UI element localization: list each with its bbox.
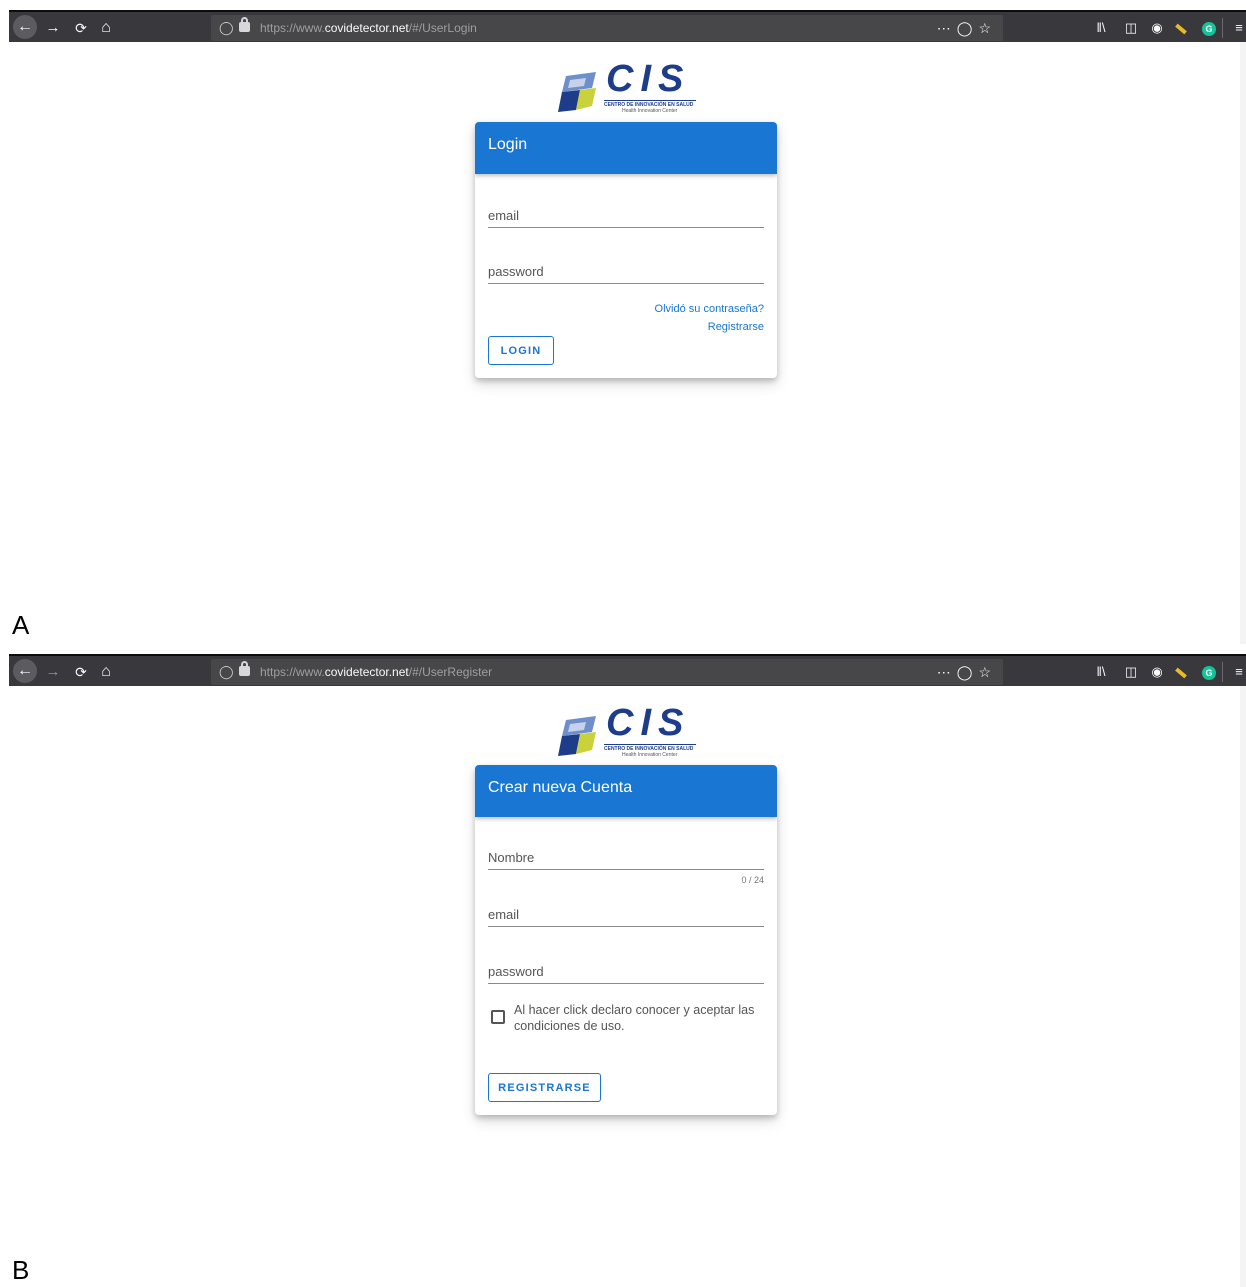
register-card: Crear nueva Cuenta 0 / 24 Al hacer click… xyxy=(475,765,777,1115)
ellipsis-icon[interactable]: ⋯ xyxy=(937,664,957,680)
panel-register: ← → ⟳ ⌂ ◯ https://www.covidetector.net/#… xyxy=(0,644,1246,1287)
grammarly-icon[interactable]: G xyxy=(1199,660,1219,684)
email-field[interactable] xyxy=(488,194,764,228)
home-icon[interactable]: ⌂ xyxy=(96,17,116,39)
password-input[interactable] xyxy=(488,950,764,983)
reload-icon[interactable]: ⟳ xyxy=(71,17,91,39)
url-actions: ⋯◯☆ xyxy=(937,659,997,685)
url-bar[interactable]: ◯ https://www.covidetector.net/#/UserLog… xyxy=(211,15,1003,41)
logo-wordmark: CIS xyxy=(606,58,691,100)
terms-label: Al hacer click declaro conocer y aceptar… xyxy=(514,1003,755,1033)
sidebar-icon[interactable]: ◫ xyxy=(1121,660,1141,684)
panel-label-a: A xyxy=(12,610,30,640)
browser-toolbar: ← → ⟳ ⌂ ◯ https://www.covidetector.net/#… xyxy=(9,10,1246,42)
terms-checkbox[interactable] xyxy=(491,1010,505,1024)
url-actions: ⋯◯☆ xyxy=(937,15,997,41)
ellipsis-icon[interactable]: ⋯ xyxy=(937,20,957,36)
lock-icon[interactable] xyxy=(239,17,250,32)
email-field[interactable] xyxy=(488,893,764,927)
home-icon[interactable]: ⌂ xyxy=(96,661,116,683)
cis-logo: CIS CENTRO DE INNOVACIÓN EN SALUD Health… xyxy=(556,702,701,760)
library-icon[interactable]: ‖\ xyxy=(1091,16,1111,40)
logo-rule xyxy=(604,744,696,745)
password-input[interactable] xyxy=(488,250,764,283)
scrollbar[interactable] xyxy=(1240,686,1246,1287)
login-card: Login Olvidó su contraseña? Registrarse … xyxy=(475,122,777,378)
email-input[interactable] xyxy=(488,194,764,227)
name-field[interactable] xyxy=(488,836,764,870)
name-char-counter: 0 / 24 xyxy=(741,875,764,885)
url-text[interactable]: https://www.covidetector.net/#/UserLogin xyxy=(260,15,477,41)
library-icon[interactable]: ‖\ xyxy=(1091,660,1111,684)
url-bar[interactable]: ◯ https://www.covidetector.net/#/UserReg… xyxy=(211,659,1003,685)
logo-wordmark: CIS xyxy=(606,702,691,744)
scrollbar[interactable] xyxy=(1240,42,1246,644)
logo-subtitle-en: Health Innovation Center xyxy=(622,108,678,114)
forward-arrow-icon[interactable]: → xyxy=(43,661,63,683)
reload-icon[interactable]: ⟳ xyxy=(71,661,91,683)
logo-rule xyxy=(604,100,696,101)
tracking-shield-icon[interactable]: ◯ xyxy=(219,18,234,38)
card-title: Crear nueva Cuenta xyxy=(475,765,777,817)
card-title: Login xyxy=(475,122,777,174)
star-icon[interactable]: ☆ xyxy=(978,664,997,680)
logo-subtitle-en: Health Innovation Center xyxy=(622,752,678,758)
tracking-shield-icon[interactable]: ◯ xyxy=(219,662,234,682)
password-field[interactable] xyxy=(488,950,764,984)
pencil-icon[interactable] xyxy=(1171,16,1191,40)
toolbar-divider xyxy=(1222,662,1223,682)
panel-label-b: B xyxy=(12,1255,30,1285)
account-icon[interactable]: ◉ xyxy=(1147,660,1167,684)
cis-logo-mark-icon xyxy=(558,716,596,756)
hamburger-menu-icon[interactable]: ≡ xyxy=(1231,16,1246,40)
pocket-icon[interactable]: ◯ xyxy=(957,664,979,680)
pocket-icon[interactable]: ◯ xyxy=(957,20,979,36)
toolbar-divider xyxy=(1222,18,1223,38)
name-input[interactable] xyxy=(488,836,764,869)
sidebar-icon[interactable]: ◫ xyxy=(1121,16,1141,40)
back-arrow-icon[interactable]: ← xyxy=(13,659,37,683)
url-text[interactable]: https://www.covidetector.net/#/UserRegis… xyxy=(260,659,492,685)
login-button[interactable]: LOGIN xyxy=(488,336,554,365)
account-icon[interactable]: ◉ xyxy=(1147,16,1167,40)
register-button[interactable]: REGISTRARSE xyxy=(488,1073,601,1102)
panel-login: ← → ⟳ ⌂ ◯ https://www.covidetector.net/#… xyxy=(0,0,1246,644)
cis-logo: CIS CENTRO DE INNOVACIÓN EN SALUD Health… xyxy=(556,58,701,116)
browser-toolbar: ← → ⟳ ⌂ ◯ https://www.covidetector.net/#… xyxy=(9,654,1246,686)
grammarly-icon[interactable]: G xyxy=(1199,16,1219,40)
email-input[interactable] xyxy=(488,893,764,926)
hamburger-menu-icon[interactable]: ≡ xyxy=(1231,660,1246,684)
password-field[interactable] xyxy=(488,250,764,284)
back-arrow-icon[interactable]: ← xyxy=(13,15,37,39)
forward-arrow-icon[interactable]: → xyxy=(43,17,63,39)
pencil-icon[interactable] xyxy=(1171,660,1191,684)
register-link[interactable]: Registrarse xyxy=(708,321,764,333)
forgot-password-link[interactable]: Olvidó su contraseña? xyxy=(655,303,764,315)
lock-icon[interactable] xyxy=(239,661,250,676)
cis-logo-mark-icon xyxy=(558,72,596,112)
star-icon[interactable]: ☆ xyxy=(978,20,997,36)
